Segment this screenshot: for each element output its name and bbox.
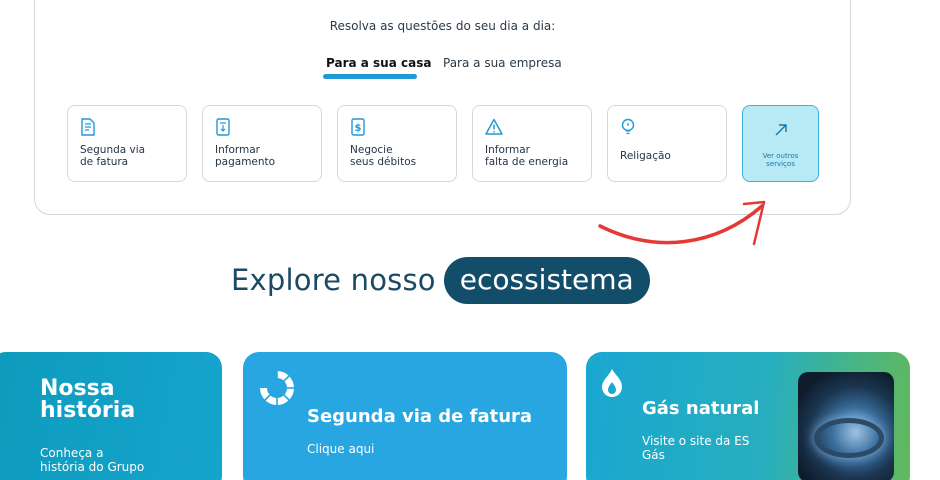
services-prompt: Resolva as questões do seu dia a dia: [329, 19, 556, 33]
tile-negocie-seus-debitos[interactable]: $ Negocie seus débitos [337, 105, 457, 182]
tile-ver-outros-servicos[interactable]: Ver outros serviços [742, 105, 819, 182]
gas-burner-photo [798, 372, 894, 480]
tab-para-a-sua-empresa[interactable]: Para a sua empresa [443, 56, 562, 70]
tile-label: Ver outros serviços [762, 152, 799, 168]
explore-text: Explore nosso [231, 263, 436, 297]
tab-para-a-sua-casa[interactable]: Para a sua casa [323, 56, 432, 79]
card-title: Segunda via de fatura [307, 406, 533, 427]
card-title: Gás natural [642, 398, 760, 419]
card-subtitle: Visite o site da ES Gás [642, 434, 750, 462]
burner-ring [814, 418, 884, 458]
explore-heading: Explore nosso ecossistema [231, 254, 650, 306]
svg-text:$: $ [355, 123, 362, 134]
tile-informar-falta-de-energia[interactable]: Informar falta de energia [472, 105, 592, 182]
lightbulb-icon [621, 118, 635, 135]
tile-religacao[interactable]: Religação [607, 105, 727, 182]
audience-tabs: Para a sua casa Para a sua empresa [35, 56, 850, 86]
card-gas-natural[interactable]: Gás natural Visite o site da ES Gás [586, 352, 910, 480]
tile-informar-pagamento[interactable]: Informar pagamento [202, 105, 322, 182]
ecosystem-pill: ecossistema [443, 256, 650, 304]
arrow-up-right-icon [775, 124, 787, 136]
receipt-icon [216, 118, 230, 136]
tab-label: Para a sua empresa [443, 56, 562, 70]
tile-label: Religação [620, 150, 671, 162]
annotation-arrow-icon [598, 200, 766, 246]
tab-label: Para a sua casa [326, 56, 432, 70]
card-nossa-historia[interactable]: Nossa história Conheça a história do Gru… [0, 352, 222, 480]
tile-label: Segunda via de fatura [80, 144, 146, 168]
active-tab-indicator [323, 74, 417, 79]
tile-label: Negocie seus débitos [350, 144, 417, 168]
card-subtitle: Conheça a história do Grupo [40, 446, 145, 474]
dollar-document-icon: $ [351, 118, 365, 136]
brand-logo-icon [260, 371, 294, 405]
warning-icon [485, 118, 503, 135]
services-panel: Resolva as questões do seu dia a dia: Pa… [34, 0, 851, 215]
tile-label: Informar falta de energia [485, 144, 569, 168]
invoice-icon [81, 118, 95, 136]
flame-icon [602, 369, 622, 397]
tile-label: Informar pagamento [215, 144, 276, 168]
card-subtitle: Clique aqui [307, 442, 375, 456]
card-title: Nossa história [40, 376, 136, 423]
tile-segunda-via-de-fatura[interactable]: Segunda via de fatura [67, 105, 187, 182]
card-segunda-via-de-fatura[interactable]: Segunda via de fatura Clique aqui [243, 352, 567, 480]
